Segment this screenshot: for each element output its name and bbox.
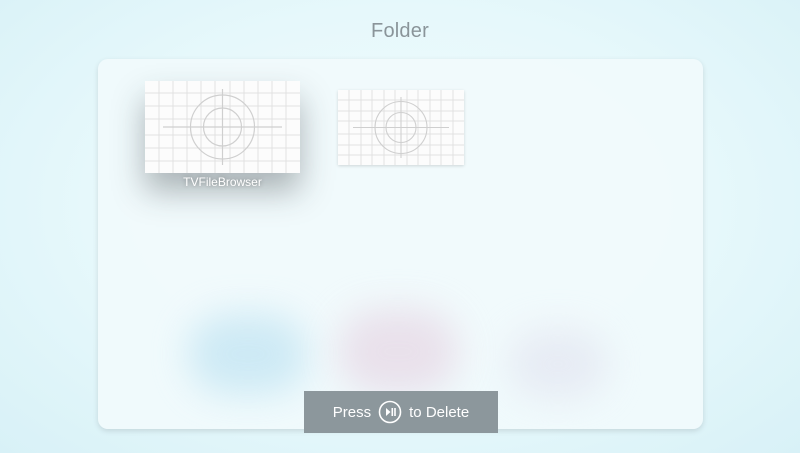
app-tile-tvfilebrowser[interactable] xyxy=(145,81,300,173)
folder-panel: TVFileBrowser xyxy=(98,59,703,429)
background-blur-blob xyxy=(508,329,608,399)
hint-text-delete: to Delete xyxy=(409,403,470,421)
folder-title: Folder xyxy=(371,20,429,42)
test-pattern-icon xyxy=(338,90,464,165)
hint-text-press: Press xyxy=(332,403,372,421)
background-blur-blob xyxy=(338,309,458,394)
app-label-tvfilebrowser: TVFileBrowser xyxy=(183,175,262,189)
app-tile[interactable] xyxy=(338,90,464,165)
test-pattern-icon xyxy=(145,81,300,173)
background-blur-blob xyxy=(188,314,308,394)
play-pause-icon xyxy=(378,400,402,424)
delete-hint-bar: Press to Delete xyxy=(304,391,498,433)
